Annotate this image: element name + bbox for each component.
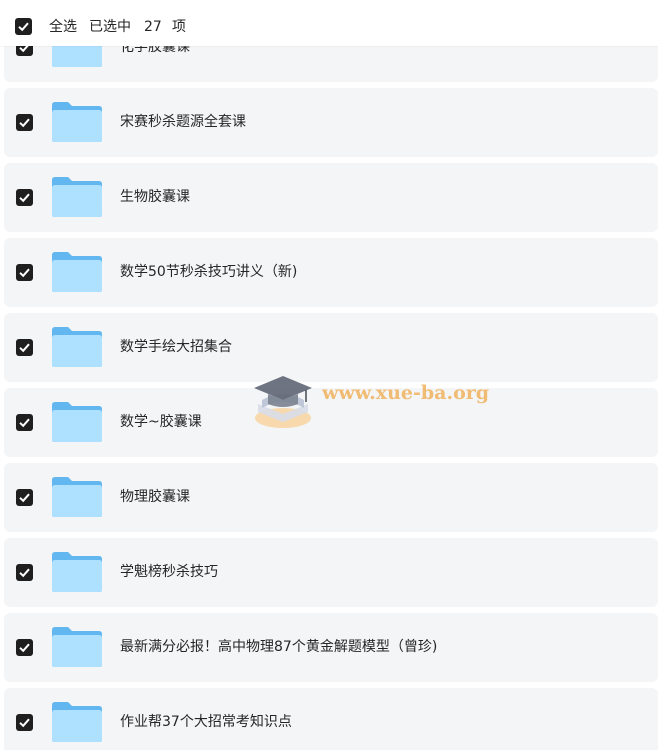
- checkbox[interactable]: [16, 489, 33, 506]
- folder-name: 数学~胶囊课: [120, 414, 202, 430]
- checkmark-icon: [18, 22, 29, 32]
- folder-icon: [52, 327, 102, 367]
- checkbox[interactable]: [16, 714, 33, 731]
- list-item[interactable]: 数学手绘大招集合: [4, 313, 658, 382]
- checkmark-icon: [19, 118, 30, 128]
- checkbox[interactable]: [16, 189, 33, 206]
- checkmark-icon: [19, 643, 30, 653]
- folder-name: 最新满分必报！高中物理87个黄金解题模型（曾珍): [120, 639, 438, 655]
- list-item[interactable]: 作业帮37个大招常考知识点: [4, 688, 658, 750]
- selected-prefix: 已选中: [89, 19, 131, 35]
- folder-icon: [52, 477, 102, 517]
- list-item[interactable]: 数学50节秒杀技巧讲义（新): [4, 238, 658, 307]
- folder-name: 作业帮37个大招常考知识点: [120, 714, 292, 730]
- checkmark-icon: [19, 568, 30, 578]
- select-all-label[interactable]: 全选: [49, 0, 77, 54]
- checkbox[interactable]: [16, 564, 33, 581]
- folder-icon: [52, 627, 102, 667]
- checkbox[interactable]: [16, 114, 33, 131]
- checkbox[interactable]: [16, 639, 33, 656]
- file-list: 化学胶囊课 宋赛秒杀题源全套课 生物胶囊课 数学50节秒杀技巧讲义（新) 数学手…: [0, 0, 658, 750]
- selection-toolbar: 全选 已选中 27 项: [0, 0, 658, 46]
- list-item[interactable]: 数学~胶囊课: [4, 388, 658, 457]
- list-item[interactable]: 宋赛秒杀题源全套课: [4, 88, 658, 157]
- folder-icon: [52, 102, 102, 142]
- checkmark-icon: [19, 268, 30, 278]
- select-all-checkbox[interactable]: [15, 18, 32, 35]
- checkmark-icon: [19, 343, 30, 353]
- folder-name: 数学手绘大招集合: [120, 339, 232, 355]
- list-item[interactable]: 生物胶囊课: [4, 163, 658, 232]
- folder-icon: [52, 552, 102, 592]
- folder-icon: [52, 252, 102, 292]
- folder-name: 生物胶囊课: [120, 189, 190, 205]
- list-item[interactable]: 学魁榜秒杀技巧: [4, 538, 658, 607]
- checkmark-icon: [19, 718, 30, 728]
- folder-icon: [52, 702, 102, 742]
- list-item[interactable]: 最新满分必报！高中物理87个黄金解题模型（曾珍): [4, 613, 658, 682]
- folder-name: 物理胶囊课: [120, 489, 190, 505]
- checkbox[interactable]: [16, 339, 33, 356]
- checkmark-icon: [19, 493, 30, 503]
- checkmark-icon: [19, 193, 30, 203]
- list-item[interactable]: 物理胶囊课: [4, 463, 658, 532]
- checkmark-icon: [19, 418, 30, 428]
- checkbox[interactable]: [16, 414, 33, 431]
- selected-suffix: 项: [172, 19, 186, 35]
- folder-name: 宋赛秒杀题源全套课: [120, 114, 246, 130]
- folder-name: 学魁榜秒杀技巧: [120, 564, 218, 580]
- checkbox[interactable]: [16, 264, 33, 281]
- selected-count: 27: [144, 19, 162, 35]
- folder-icon: [52, 402, 102, 442]
- folder-name: 数学50节秒杀技巧讲义（新): [120, 264, 298, 280]
- folder-icon: [52, 177, 102, 217]
